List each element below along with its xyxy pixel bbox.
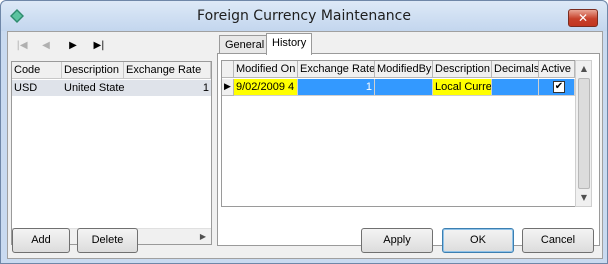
cancel-button[interactable]: Cancel — [522, 228, 594, 253]
foreign-currency-window: Foreign Currency Maintenance ✕ |◀ ◀ ▶ ▶|… — [0, 0, 608, 264]
first-record-button[interactable]: |◀ — [14, 38, 30, 54]
tab-history[interactable]: History — [266, 33, 313, 55]
column-header-active[interactable]: Active — [539, 61, 575, 78]
next-record-button[interactable]: ▶ — [65, 38, 81, 54]
window-title: Foreign Currency Maintenance — [197, 8, 411, 24]
column-header-exchange-rate[interactable]: Exchange Rate — [298, 61, 375, 78]
active-checkbox[interactable]: ✔ — [553, 81, 565, 93]
cell-modified-by[interactable] — [375, 79, 433, 96]
close-icon: ✕ — [577, 11, 589, 25]
current-row-indicator-icon: ▶ — [222, 79, 234, 96]
grid-vertical-scrollbar[interactable]: ▲ ▼ — [575, 60, 592, 207]
cell-description[interactable]: Local Currer — [433, 79, 492, 96]
column-header-decimals[interactable]: Decimals — [492, 61, 539, 78]
currency-list[interactable]: Code Description Exchange Rate USD Unite… — [11, 61, 212, 245]
tab-general[interactable]: General — [219, 35, 271, 55]
title-bar[interactable]: Foreign Currency Maintenance ✕ — [1, 1, 607, 31]
next-record-icon: ▶ — [69, 40, 77, 51]
column-header-exchange-rate[interactable]: Exchange Rate — [124, 62, 211, 79]
ok-button[interactable]: OK — [442, 228, 514, 253]
add-button[interactable]: Add — [12, 228, 70, 253]
list-item-exchange-rate: 1 — [202, 82, 209, 94]
row-header-corner — [222, 61, 234, 78]
list-item-description: United States — [64, 82, 124, 94]
column-header-code[interactable]: Code — [12, 62, 62, 79]
last-record-button[interactable]: ▶| — [91, 38, 107, 54]
scroll-up-icon[interactable]: ▲ — [576, 61, 592, 77]
history-grid[interactable]: Modified On Exchange Rate ModifiedBy Des… — [221, 60, 576, 207]
cell-active[interactable]: ✔ — [539, 79, 575, 96]
previous-record-button[interactable]: ◀ — [38, 38, 54, 54]
previous-record-icon: ◀ — [42, 40, 50, 51]
client-area: |◀ ◀ ▶ ▶| Code Description Exchange Rate… — [7, 31, 603, 259]
cell-modified-on[interactable]: 9/02/2009 4 — [234, 79, 298, 96]
delete-button[interactable]: Delete — [77, 228, 138, 253]
last-record-icon: ▶| — [93, 40, 105, 51]
scroll-thumb[interactable] — [578, 78, 590, 189]
scroll-down-icon[interactable]: ▼ — [576, 190, 592, 206]
close-button[interactable]: ✕ — [568, 9, 598, 27]
column-header-modified-on[interactable]: Modified On — [234, 61, 298, 78]
history-tab-panel: Modified On Exchange Rate ModifiedBy Des… — [217, 53, 600, 246]
column-header-modified-by[interactable]: ModifiedBy — [375, 61, 433, 78]
column-header-description[interactable]: Description — [433, 61, 492, 78]
list-item-code: USD — [14, 82, 38, 94]
scroll-right-icon[interactable]: ▶ — [195, 229, 211, 245]
first-record-icon: |◀ — [16, 40, 28, 51]
cell-decimals[interactable] — [492, 79, 539, 96]
column-header-description[interactable]: Description — [62, 62, 124, 79]
cell-exchange-rate[interactable]: 1 — [298, 79, 375, 96]
apply-button[interactable]: Apply — [361, 228, 433, 253]
